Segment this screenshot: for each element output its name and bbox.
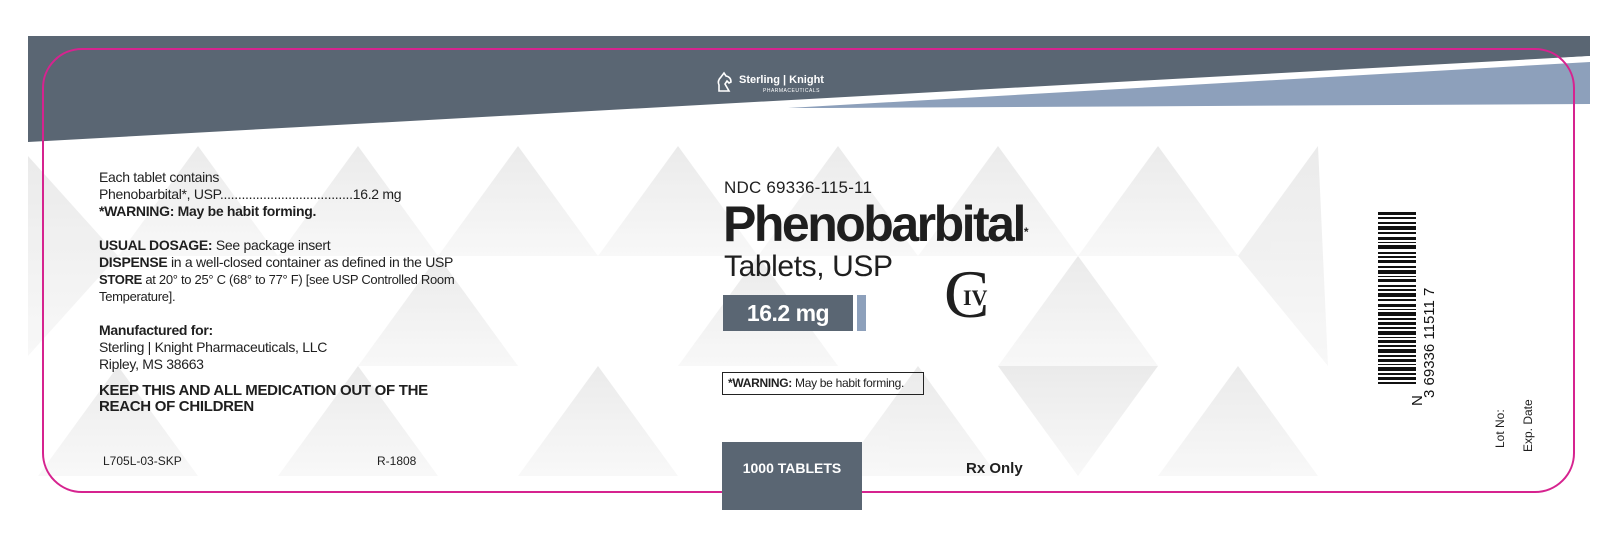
- store-label: STORE: [99, 272, 143, 287]
- brand-name: Sterling | Knight: [739, 74, 824, 86]
- dosage-label: USUAL DOSAGE:: [99, 237, 213, 253]
- expiration-date-label: Exp. Date: [1521, 399, 1535, 452]
- strength-badge: 16.2 mg: [723, 295, 853, 331]
- barcode-bars: [1378, 212, 1416, 384]
- product-name-mark: *: [1023, 225, 1029, 239]
- keep-out-of-reach-line2: REACH OF CHILDREN: [99, 398, 254, 415]
- store-line-2: Temperature].: [99, 289, 176, 304]
- barcode-digit-n: N: [1409, 395, 1426, 406]
- knight-icon: [717, 71, 732, 92]
- ndc-number: NDC 69336-115-11: [724, 178, 873, 197]
- dispense-text: in a well-closed container as defined in…: [167, 254, 454, 270]
- barcode-digits: 3 69336 11511 7: [1421, 288, 1438, 398]
- schedule-numeral: IV: [963, 285, 988, 310]
- warning-box-label: *WARNING:: [728, 376, 792, 390]
- brand-subtitle: PHARMACEUTICALS: [763, 88, 820, 94]
- revision-code: R-1808: [377, 454, 417, 468]
- left-panel: Each tablet contains Phenobarbital*, USP…: [99, 169, 455, 415]
- manufacturer-city: Ripley, MS 38663: [99, 356, 204, 372]
- ingredient-line: Phenobarbital*, USP.....................…: [99, 186, 402, 202]
- keep-out-of-reach-line1: KEEP THIS AND ALL MEDICATION OUT OF THE: [99, 382, 428, 399]
- lot-number-label: Lot No:: [1493, 409, 1507, 448]
- rx-only: Rx Only: [966, 460, 1023, 477]
- warning-line: *WARNING: May be habit forming.: [99, 203, 317, 219]
- dispense-label: DISPENSE: [99, 254, 168, 270]
- dosage-line: USUAL DOSAGE: See package insert: [99, 237, 454, 254]
- product-name-text: Phenobarbital: [723, 196, 1026, 252]
- dosage-text: See package insert: [212, 237, 331, 253]
- brand-logo: Sterling | Knight PHARMACEUTICALS: [715, 70, 824, 94]
- dispense-line: DISPENSE in a well-closed container as d…: [99, 254, 454, 271]
- manufacturer-name: Sterling | Knight Pharmaceuticals, LLC: [99, 339, 328, 355]
- product-name: Phenobarbital*: [723, 196, 1029, 252]
- strength-accent-bar: [857, 295, 866, 331]
- store-line: STORE at 20° to 25° C (68° to 77° F) [se…: [99, 271, 455, 288]
- label-code: L705L-03-SKP: [103, 454, 182, 468]
- barcode: 3 69336 11511 7 N: [1378, 212, 1438, 406]
- warning-box-text: May be habit forming.: [791, 376, 905, 390]
- product-form: Tablets, USP: [724, 250, 893, 283]
- tablet-count-badge: 1000 TABLETS: [722, 442, 862, 510]
- contains-line: Each tablet contains: [99, 169, 220, 185]
- store-text: at 20° to 25° C (68° to 77° F) [see USP …: [142, 272, 455, 287]
- manufactured-label: Manufactured for:: [99, 322, 213, 338]
- schedule-iv-icon: C IV: [944, 261, 989, 325]
- warning-box: *WARNING: May be habit forming.: [722, 372, 924, 395]
